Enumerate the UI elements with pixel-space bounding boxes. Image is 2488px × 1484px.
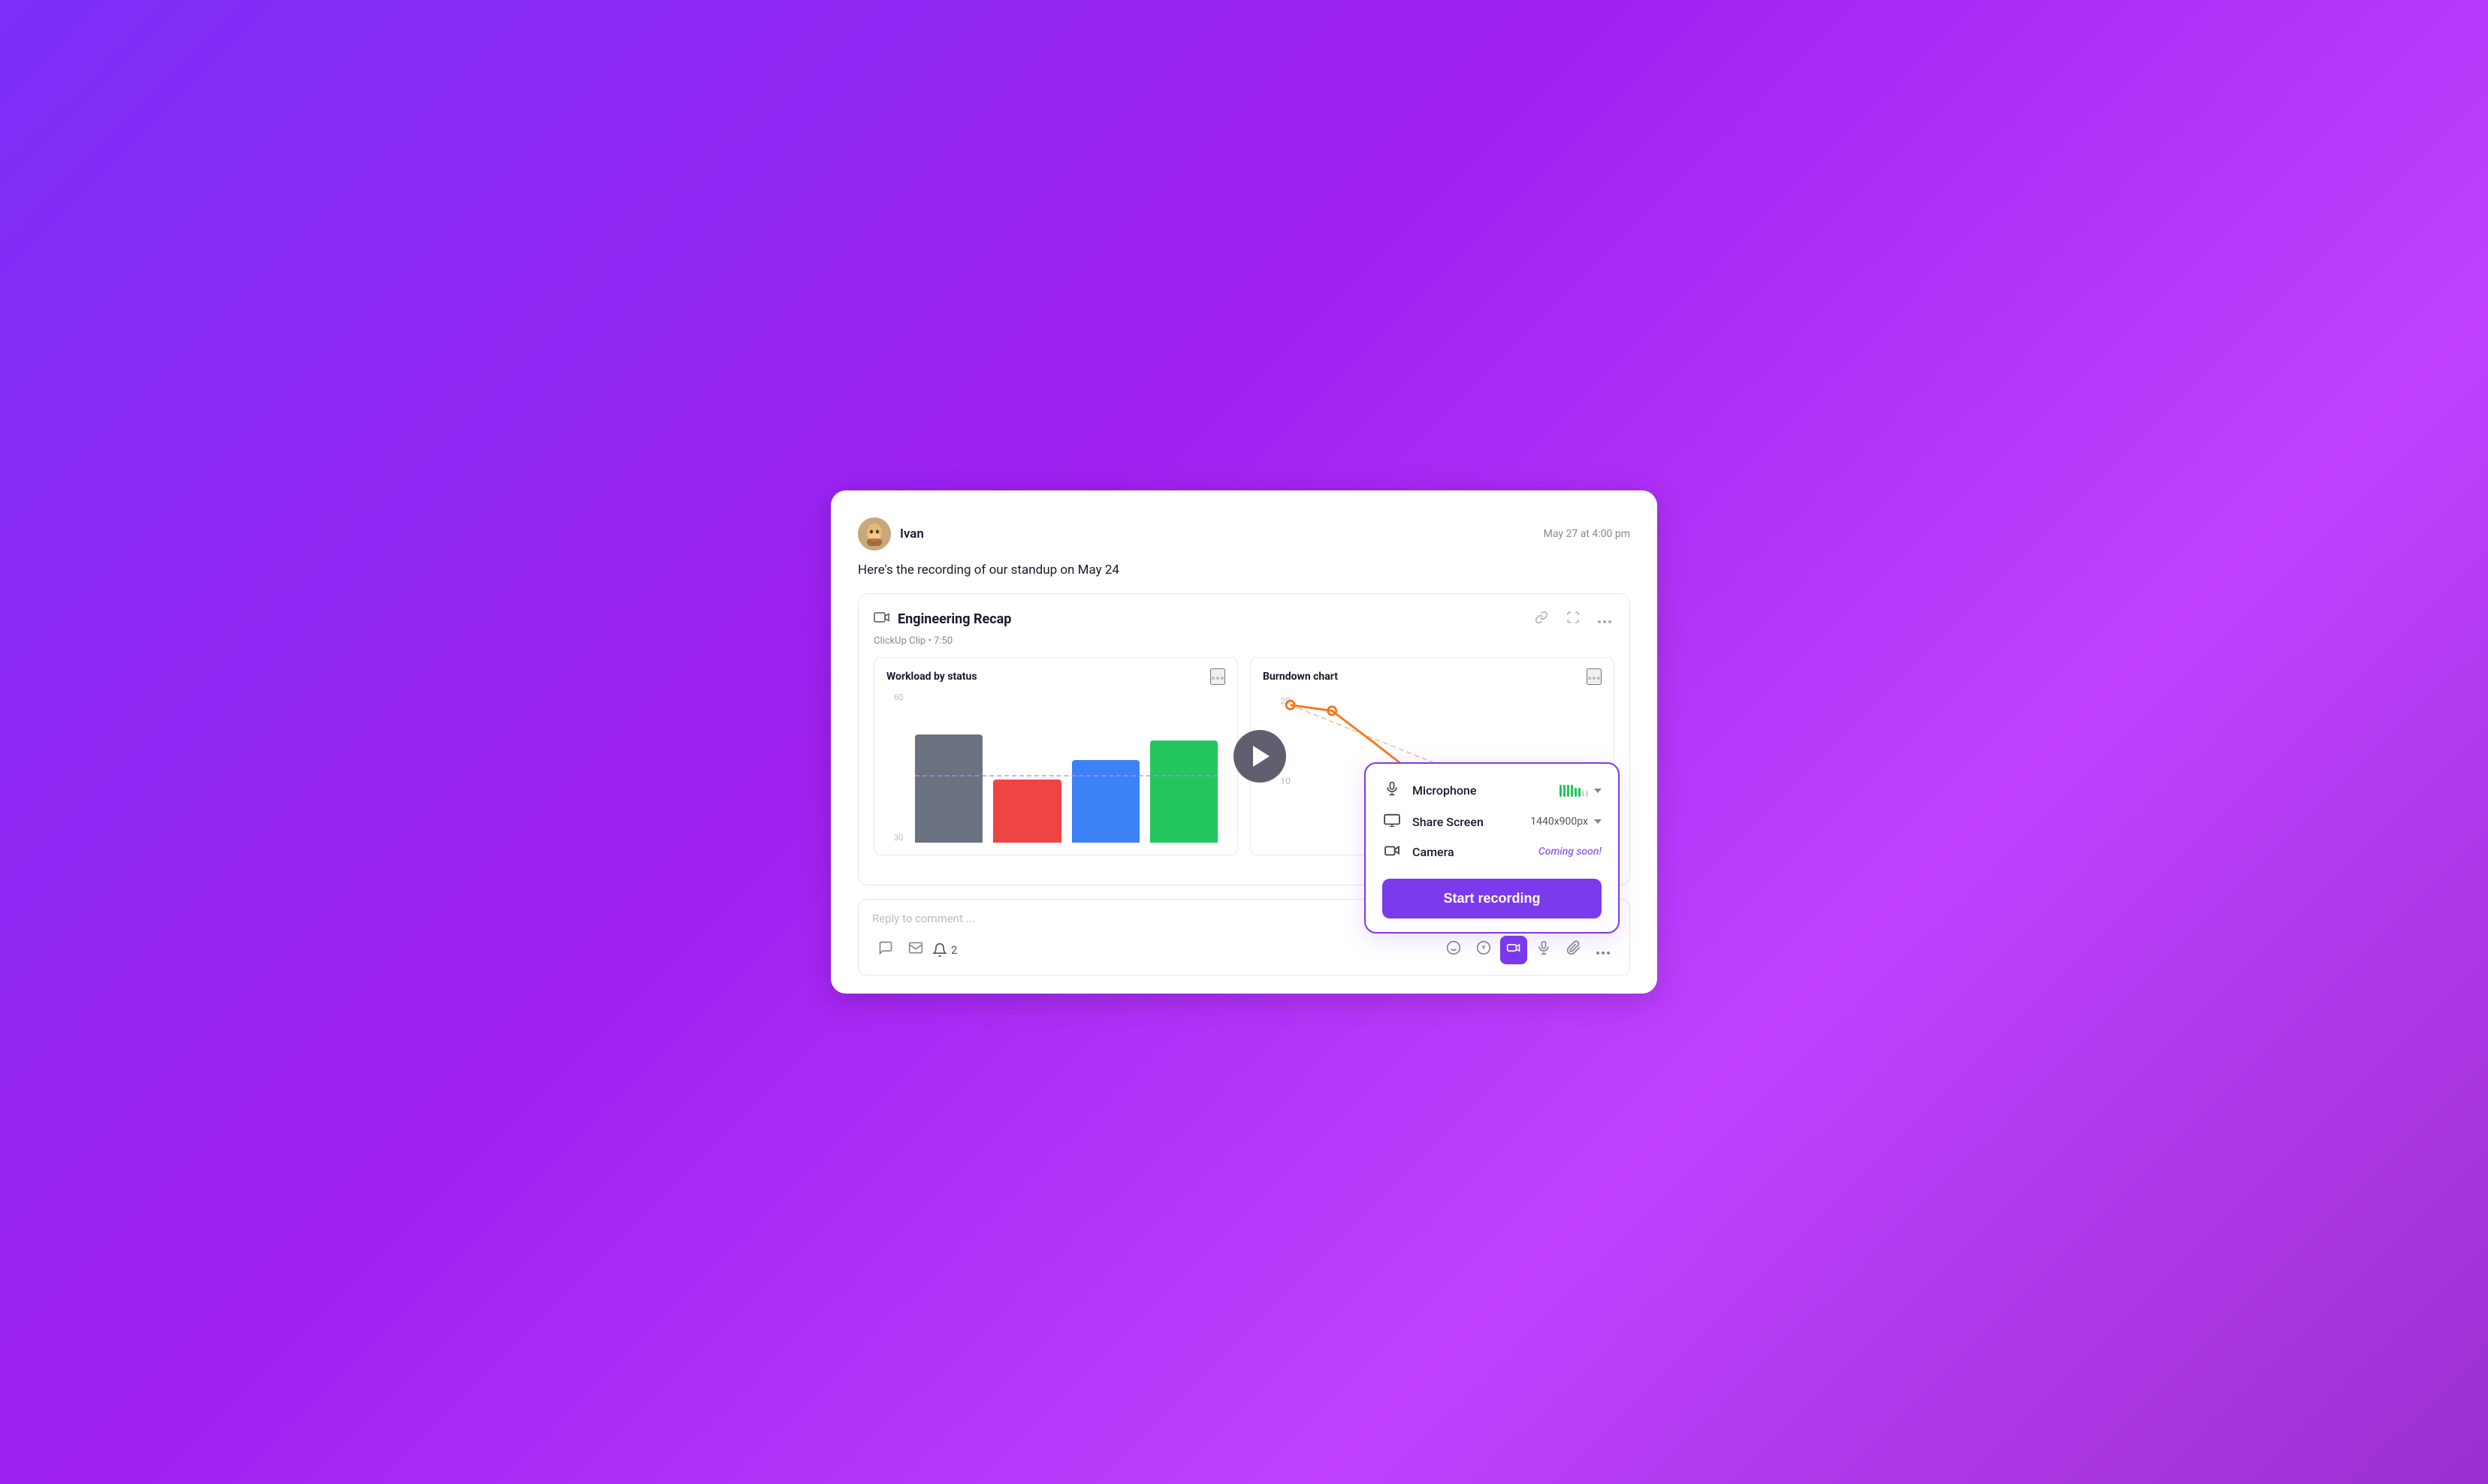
bar-gray (915, 734, 983, 843)
clip-header: Engineering Recap (874, 608, 1614, 631)
play-button[interactable] (1233, 730, 1286, 783)
workload-bar-chart: 60 30 (886, 692, 1225, 843)
workload-chart-header: Workload by status (886, 668, 1225, 685)
camera-row: Camera Coming soon! (1382, 843, 1602, 861)
mic-chevron-icon (1594, 789, 1602, 793)
bar-chart-inner (894, 692, 1218, 843)
recording-popup: Microphone (1364, 762, 1620, 934)
bar-blue (1072, 760, 1140, 843)
clip-meta: ClickUp Clip • 7:50 (874, 635, 1614, 647)
avatar (858, 517, 891, 550)
mic-bar-3 (1567, 785, 1569, 797)
camera-label: Camera (1412, 845, 1528, 859)
bar-red (993, 780, 1061, 843)
main-card: Ivan May 27 at 4:00 pm Here's the record… (831, 490, 1657, 994)
mic-tool-button[interactable] (1530, 936, 1557, 964)
mic-bar-2 (1563, 785, 1566, 797)
post-body: Here's the recording of our standup on M… (858, 561, 1630, 581)
microphone-label: Microphone (1412, 783, 1549, 798)
microphone-row: Microphone (1382, 780, 1602, 801)
more-options-button[interactable] (1595, 608, 1614, 630)
workload-more-button[interactable] (1210, 668, 1225, 685)
mic-bar-6 (1578, 788, 1581, 797)
clip-title: Engineering Recap (898, 611, 1011, 627)
microphone-icon (1382, 780, 1402, 801)
share-screen-icon (1382, 813, 1402, 831)
notification-badge: 2 (932, 943, 957, 958)
reply-toolbar: 2 (872, 936, 1616, 964)
mic-bar-7 (1582, 791, 1584, 797)
link-button[interactable] (1532, 608, 1551, 631)
mail-tool-button[interactable] (902, 936, 929, 964)
workload-chart: Workload by status 60 30 (874, 657, 1238, 855)
author-name: Ivan (900, 526, 924, 541)
clip-actions (1532, 608, 1614, 631)
mic-level-bars (1560, 785, 1588, 797)
more-tool-button[interactable] (1590, 937, 1616, 964)
share-screen-label: Share Screen (1412, 815, 1520, 829)
burndown-chart-header: Burndown chart (1263, 668, 1602, 685)
burndown-more-button[interactable] (1587, 668, 1602, 685)
screen-chevron-icon (1594, 819, 1602, 824)
share-screen-row: Share Screen 1440x900px (1382, 813, 1602, 831)
attachment-tool-button[interactable] (1560, 936, 1587, 964)
burndown-chart-title: Burndown chart (1263, 671, 1338, 683)
play-icon (1253, 746, 1270, 767)
bar-green (1150, 740, 1218, 843)
mic-bar-1 (1560, 785, 1562, 797)
mic-bar-4 (1571, 785, 1573, 797)
start-recording-button[interactable]: Start recording (1382, 879, 1602, 918)
expand-button[interactable] (1563, 608, 1583, 631)
camera-icon (1382, 843, 1402, 861)
microphone-value (1560, 785, 1602, 797)
clip-title-row: Engineering Recap (874, 611, 1011, 628)
camera-coming-soon: Coming soon! (1538, 846, 1602, 858)
mic-bar-8 (1586, 791, 1588, 797)
svg-text:10: 10 (1280, 776, 1291, 786)
post-author: Ivan (858, 517, 924, 550)
gif-tool-button[interactable] (1470, 936, 1497, 964)
emoji-tool-button[interactable] (1440, 936, 1467, 964)
record-tool-button[interactable] (1500, 936, 1527, 964)
mic-bar-5 (1575, 788, 1577, 797)
post-header: Ivan May 27 at 4:00 pm (858, 517, 1630, 550)
video-clip-icon (874, 611, 890, 628)
notification-count: 2 (951, 943, 957, 957)
workload-chart-title: Workload by status (886, 671, 977, 683)
comment-tool-button[interactable] (872, 936, 899, 964)
share-screen-value[interactable]: 1440x900px (1530, 816, 1602, 828)
post-time: May 27 at 4:00 pm (1544, 528, 1630, 540)
